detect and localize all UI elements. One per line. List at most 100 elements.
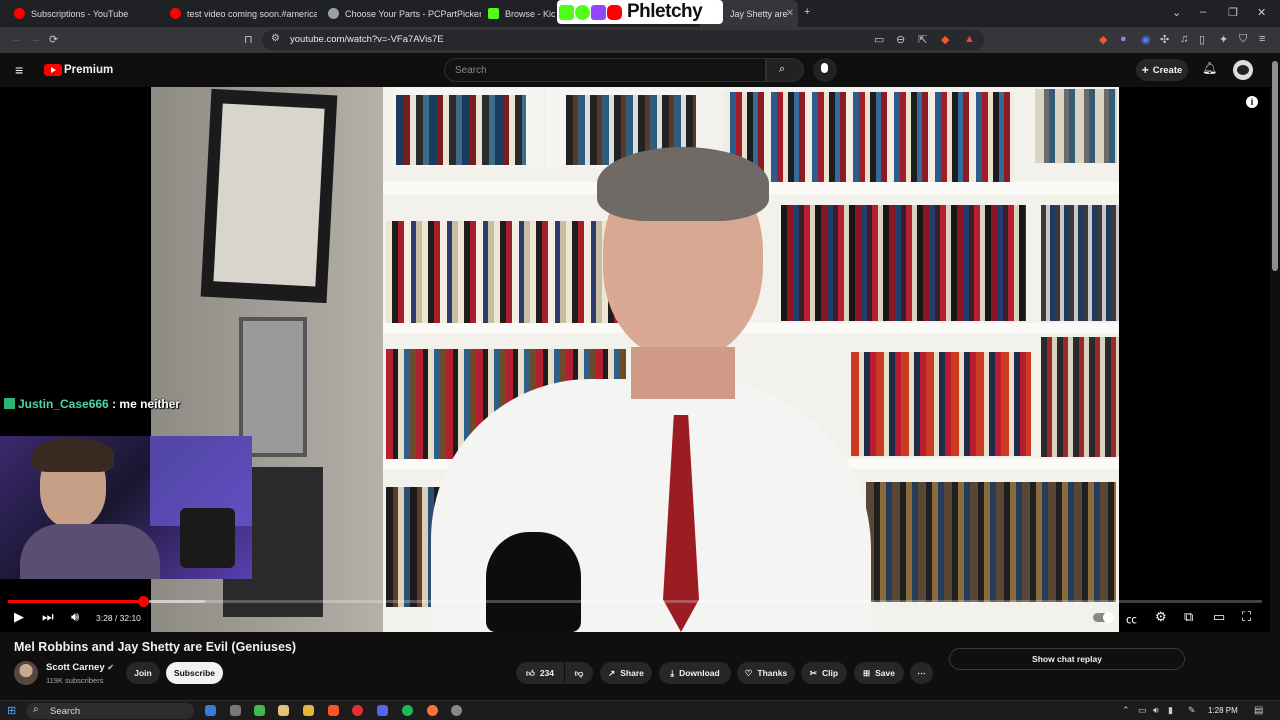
task-view-icon[interactable] — [230, 705, 241, 716]
tab-title: Choose Your Parts - PCPartPicker — [345, 8, 481, 19]
more-actions-button[interactable]: ⋯ — [910, 662, 933, 684]
leo-icon[interactable]: ✦ — [1219, 33, 1228, 46]
menu-icon[interactable]: ≡ — [1259, 33, 1265, 45]
bookmark-icon[interactable]: ⊓ — [244, 33, 253, 46]
app-icon[interactable] — [352, 705, 363, 716]
share-button[interactable]: ↗ Share — [600, 662, 652, 684]
download-button[interactable]: ⤓ Download — [659, 662, 731, 684]
vpn-icon[interactable]: ⛉ — [1239, 33, 1247, 46]
save-button[interactable]: ⊞ Save — [854, 662, 904, 684]
dislike-button[interactable]: 👎︎ — [565, 662, 593, 684]
channel-avatar[interactable] — [14, 661, 38, 685]
autoplay-toggle[interactable] — [1093, 612, 1114, 623]
progress-bar[interactable] — [8, 596, 1262, 607]
browser-tab[interactable]: Choose Your Parts - PCPartPicker — [323, 0, 481, 27]
extension-icon[interactable]: ◉ — [1141, 33, 1151, 46]
video-player[interactable]: i Justin_Case666 : me neither ▶ ⏭︎ 🔊︎ 3:… — [0, 87, 1270, 632]
taskbar-clock[interactable]: 1:28 PM — [1208, 706, 1238, 715]
channel-name[interactable]: Scott Carney ✔ — [46, 662, 114, 673]
like-button[interactable]: 👍︎ 234 — [516, 662, 564, 684]
youtube-logo-icon[interactable] — [44, 64, 62, 76]
windows-start-icon[interactable]: ⊞ — [7, 704, 16, 717]
extension-icon[interactable]: ◆ — [1099, 33, 1107, 46]
theater-mode-icon[interactable]: ▭ — [1213, 609, 1225, 625]
maximize-icon[interactable]: ❐ — [1228, 6, 1238, 19]
notification-center-icon[interactable]: ▤ — [1254, 705, 1263, 716]
extension-icon[interactable]: ● — [1120, 33, 1127, 45]
page-scrollbar[interactable] — [1270, 53, 1280, 700]
volume-icon[interactable]: 🔊︎ — [71, 609, 79, 625]
back-icon[interactable]: ← — [11, 33, 22, 45]
browser-tab[interactable]: Subscriptions - YouTube — [8, 0, 158, 27]
scrubber-handle[interactable] — [138, 596, 150, 607]
cast-icon[interactable]: ▭ — [874, 33, 884, 46]
tab-search-icon[interactable]: ⌄ — [1172, 6, 1181, 19]
subscribe-button[interactable]: Subscribe — [166, 662, 223, 684]
forward-icon[interactable]: → — [30, 33, 41, 45]
folder-icon[interactable] — [303, 705, 314, 716]
browser-tab[interactable]: test video coming soon.#america # — [165, 0, 317, 27]
play-icon[interactable]: ▶ — [14, 609, 24, 625]
reload-icon[interactable]: ⟳ — [49, 33, 58, 46]
brave-shields-icon[interactable]: ◆ — [941, 33, 949, 46]
notifications-bell-icon[interactable]: 🔔︎ — [1202, 61, 1217, 75]
show-chat-replay-button[interactable]: Show chat replay — [949, 648, 1185, 670]
sidebar-icon[interactable]: ▯ — [1199, 33, 1205, 46]
battery-icon[interactable]: ▮ — [1168, 705, 1173, 716]
youtube-header: ≡ Premium Search ⌕ + Create 🔔︎ — [0, 53, 1280, 87]
share-arrow-icon: ↗ — [608, 667, 616, 678]
next-video-icon[interactable]: ⏭︎ — [42, 609, 54, 625]
search-input[interactable]: Search — [444, 58, 766, 82]
scrollbar-thumb[interactable] — [1272, 61, 1278, 271]
browser-tab[interactable]: Browse - Kick — [483, 0, 555, 27]
thanks-button[interactable]: ♡ Thanks — [737, 662, 795, 684]
search-button[interactable]: ⌕ — [766, 58, 804, 82]
close-tab-icon[interactable]: ✕ — [786, 8, 794, 19]
pen-icon[interactable]: ✎ — [1188, 705, 1196, 716]
tab-title: Jay Shetty are — [730, 8, 788, 19]
create-button[interactable]: + Create — [1136, 59, 1188, 81]
site-info-icon[interactable]: ⚙ — [271, 33, 280, 44]
settings-gear-icon[interactable]: ⚙ — [1155, 609, 1167, 625]
microphone-icon — [821, 63, 828, 73]
new-tab-icon[interactable]: + — [804, 6, 810, 18]
kick-favicon-icon — [488, 8, 499, 19]
network-icon[interactable]: ▭ — [1138, 705, 1147, 716]
thumbs-up-icon: 👍︎ — [525, 667, 535, 678]
subscribe-label: Subscribe — [173, 668, 216, 678]
search-icon: ⌕ — [779, 63, 786, 75]
brave-browser-icon[interactable] — [328, 705, 339, 716]
file-explorer-icon[interactable] — [278, 705, 289, 716]
stream-overlay-logo: Phletchy — [557, 0, 723, 24]
spotify-icon[interactable] — [402, 705, 413, 716]
close-window-icon[interactable]: ✕ — [1257, 6, 1266, 19]
download-label: Download — [679, 668, 720, 678]
join-button[interactable]: Join — [126, 662, 160, 684]
info-icon[interactable]: i — [1246, 96, 1258, 108]
firefox-icon[interactable] — [427, 705, 438, 716]
clip-button[interactable]: ✂ Clip — [801, 662, 847, 684]
hamburger-menu-icon[interactable]: ≡ — [15, 62, 23, 78]
copilot-icon[interactable] — [205, 705, 216, 716]
share-page-icon[interactable]: ⇱ — [918, 33, 927, 46]
fullscreen-icon[interactable]: ⛶ — [1242, 609, 1251, 625]
tray-chevron-icon[interactable]: ⌃ — [1122, 705, 1130, 716]
media-icon[interactable]: ♫ — [1180, 33, 1188, 45]
settings-icon[interactable] — [451, 705, 462, 716]
brave-rewards-icon[interactable]: ▲ — [964, 33, 975, 45]
minimize-icon[interactable]: – — [1200, 6, 1206, 18]
webcam-microphone — [180, 508, 235, 568]
zoom-icon[interactable]: ⊖ — [896, 33, 905, 46]
miniplayer-icon[interactable]: ⧉ — [1184, 609, 1193, 625]
voice-search-button[interactable] — [813, 58, 837, 82]
discord-icon[interactable] — [377, 705, 388, 716]
youtube-logo-text[interactable]: Premium — [64, 64, 113, 76]
account-avatar[interactable] — [1233, 60, 1253, 80]
extensions-puzzle-icon[interactable]: ✣ — [1160, 33, 1169, 46]
chat-replay-label: Show chat replay — [1032, 654, 1102, 664]
volume-tray-icon[interactable]: 🔊︎ — [1153, 705, 1159, 716]
taskbar-search[interactable]: ⌕ Search — [26, 703, 194, 719]
captions-icon[interactable]: ㏄ — [1126, 611, 1137, 627]
app-icon[interactable] — [254, 705, 265, 716]
taskbar-search-label: Search — [50, 706, 81, 717]
